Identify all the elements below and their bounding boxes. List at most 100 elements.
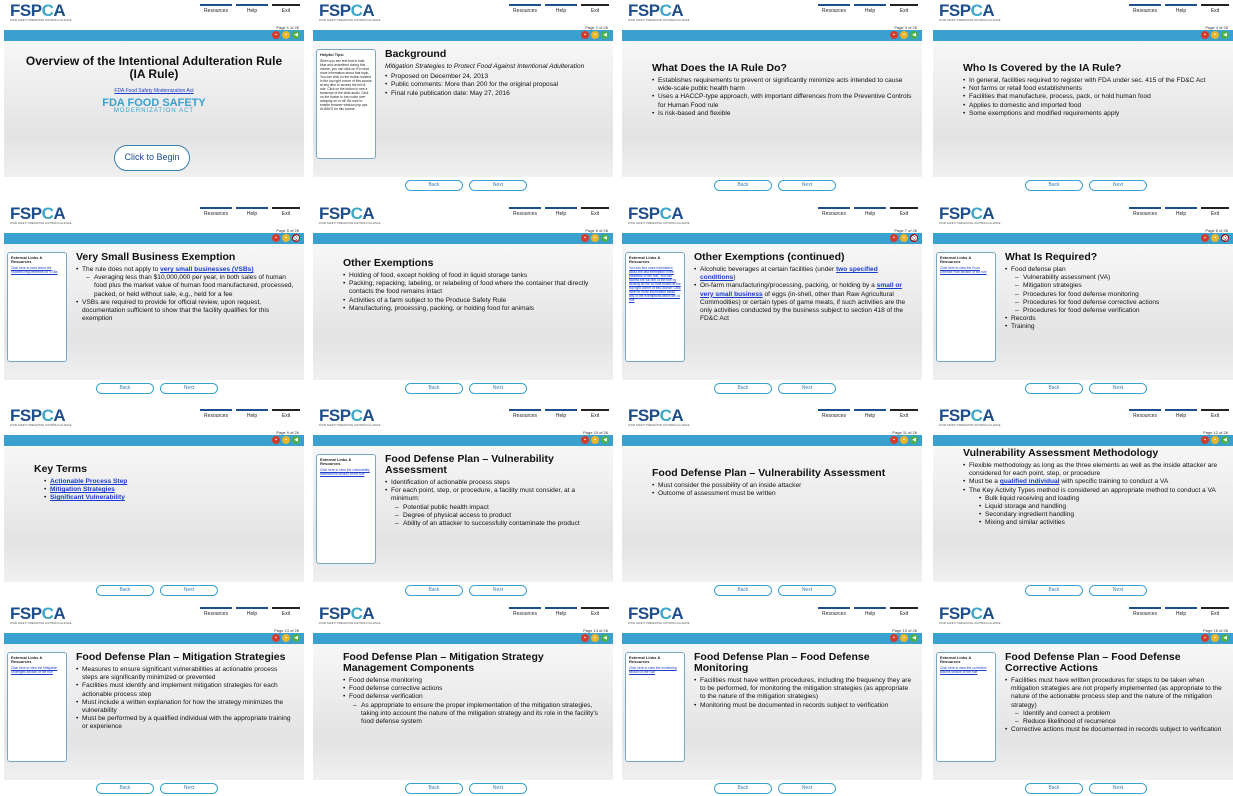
back-button[interactable]: Back: [96, 783, 154, 794]
exit-tab[interactable]: Exit: [581, 207, 609, 221]
side-panel-link[interactable]: You can find more information about the …: [629, 266, 681, 302]
audio-icon[interactable]: ◀: [292, 634, 300, 642]
next-button[interactable]: Next: [469, 585, 527, 596]
slide-thumbnail[interactable]: FSPCA FOOD SAFETY PREVENTIVE CONTROLS AL…: [622, 0, 922, 193]
side-panel-link[interactable]: Click here to view the Food Defense Plan…: [940, 266, 992, 274]
resources-tab[interactable]: Resources: [818, 4, 850, 18]
audio-icon[interactable]: ◀: [910, 31, 918, 39]
exit-tab[interactable]: Exit: [581, 409, 609, 423]
transcript-icon[interactable]: ▪: [900, 31, 908, 39]
resources-tab[interactable]: Resources: [818, 409, 850, 423]
pdf-icon[interactable]: ▪: [890, 31, 898, 39]
fsma-link[interactable]: FDA Food Safety Modernization Act: [24, 87, 284, 95]
slide-thumbnail[interactable]: FSPCA FOOD SAFETY PREVENTIVE CONTROLS AL…: [4, 0, 304, 193]
back-button[interactable]: Back: [405, 783, 463, 794]
exit-tab[interactable]: Exit: [272, 4, 300, 18]
back-button[interactable]: Back: [714, 783, 772, 794]
side-panel-link[interactable]: Click here to view the corrective action…: [940, 666, 992, 674]
help-tab[interactable]: Help: [236, 409, 268, 423]
back-button[interactable]: Back: [1025, 180, 1083, 191]
pdf-icon[interactable]: ▪: [1201, 31, 1209, 39]
back-button[interactable]: Back: [405, 585, 463, 596]
slide-thumbnail[interactable]: FSPCA FOOD SAFETY PREVENTIVE CONTROLS AL…: [4, 405, 304, 598]
slide-thumbnail[interactable]: FSPCA FOOD SAFETY PREVENTIVE CONTROLS AL…: [313, 203, 613, 396]
help-tab[interactable]: Help: [1165, 207, 1197, 221]
next-button[interactable]: Next: [469, 383, 527, 394]
slide-thumbnail[interactable]: FSPCA FOOD SAFETY PREVENTIVE CONTROLS AL…: [313, 603, 613, 796]
transcript-icon[interactable]: ▪: [591, 234, 599, 242]
no-audio-icon[interactable]: ⃠: [292, 234, 300, 242]
resources-tab[interactable]: Resources: [200, 409, 232, 423]
next-button[interactable]: Next: [778, 783, 836, 794]
back-button[interactable]: Back: [1025, 585, 1083, 596]
exit-tab[interactable]: Exit: [1201, 607, 1229, 621]
key-term[interactable]: Mitigation Strategies: [44, 486, 284, 494]
back-button[interactable]: Back: [1025, 383, 1083, 394]
help-tab[interactable]: Help: [854, 4, 886, 18]
slide-thumbnail[interactable]: FSPCA FOOD SAFETY PREVENTIVE CONTROLS AL…: [313, 0, 613, 193]
audio-icon[interactable]: ◀: [910, 634, 918, 642]
key-term[interactable]: Actionable Process Step: [44, 478, 284, 486]
back-button[interactable]: Back: [714, 383, 772, 394]
pdf-icon[interactable]: ▪: [272, 436, 280, 444]
pdf-icon[interactable]: ▪: [1201, 436, 1209, 444]
resources-tab[interactable]: Resources: [818, 207, 850, 221]
back-button[interactable]: Back: [405, 383, 463, 394]
resources-tab[interactable]: Resources: [1129, 607, 1161, 621]
next-button[interactable]: Next: [469, 180, 527, 191]
next-button[interactable]: Next: [160, 383, 218, 394]
key-term[interactable]: Significant Vulnerability: [44, 494, 284, 502]
slide-thumbnail[interactable]: FSPCA FOOD SAFETY PREVENTIVE CONTROLS AL…: [622, 203, 922, 396]
transcript-icon[interactable]: ▪: [900, 436, 908, 444]
pdf-icon[interactable]: ▪: [272, 634, 280, 642]
exit-tab[interactable]: Exit: [890, 207, 918, 221]
exit-tab[interactable]: Exit: [272, 207, 300, 221]
resources-tab[interactable]: Resources: [200, 607, 232, 621]
help-tab[interactable]: Help: [854, 409, 886, 423]
next-button[interactable]: Next: [1089, 383, 1147, 394]
exit-tab[interactable]: Exit: [890, 607, 918, 621]
audio-icon[interactable]: ◀: [1221, 436, 1229, 444]
pdf-icon[interactable]: ▪: [890, 436, 898, 444]
slide-thumbnail[interactable]: FSPCA FOOD SAFETY PREVENTIVE CONTROLS AL…: [933, 0, 1233, 193]
next-button[interactable]: Next: [778, 180, 836, 191]
exit-tab[interactable]: Exit: [272, 607, 300, 621]
resources-tab[interactable]: Resources: [509, 207, 541, 221]
exit-tab[interactable]: Exit: [272, 409, 300, 423]
side-panel-link[interactable]: Click here to view the vulnerability ass…: [320, 468, 372, 476]
next-button[interactable]: Next: [160, 585, 218, 596]
side-panel-link[interactable]: Click here to view the Mitigation Strate…: [11, 666, 63, 674]
back-button[interactable]: Back: [96, 585, 154, 596]
back-button[interactable]: Back: [405, 180, 463, 191]
slide-thumbnail[interactable]: FSPCA FOOD SAFETY PREVENTIVE CONTROLS AL…: [313, 405, 613, 598]
small-business-link[interactable]: small or very small business: [700, 282, 902, 297]
next-button[interactable]: Next: [778, 585, 836, 596]
slide-thumbnail[interactable]: FSPCA FOOD SAFETY PREVENTIVE CONTROLS AL…: [4, 203, 304, 396]
no-audio-icon[interactable]: ⃠: [910, 234, 918, 242]
resources-tab[interactable]: Resources: [200, 4, 232, 18]
resources-tab[interactable]: Resources: [509, 4, 541, 18]
pdf-icon[interactable]: ▪: [272, 234, 280, 242]
audio-icon[interactable]: ◀: [601, 634, 609, 642]
resources-tab[interactable]: Resources: [818, 607, 850, 621]
audio-icon[interactable]: ◀: [601, 31, 609, 39]
next-button[interactable]: Next: [1089, 585, 1147, 596]
exit-tab[interactable]: Exit: [1201, 207, 1229, 221]
pdf-icon[interactable]: ▪: [581, 436, 589, 444]
help-tab[interactable]: Help: [545, 4, 577, 18]
help-tab[interactable]: Help: [1165, 607, 1197, 621]
slide-thumbnail[interactable]: FSPCA FOOD SAFETY PREVENTIVE CONTROLS AL…: [933, 203, 1233, 396]
audio-icon[interactable]: ◀: [1221, 31, 1229, 39]
help-tab[interactable]: Help: [1165, 4, 1197, 18]
pdf-icon[interactable]: ▪: [1201, 634, 1209, 642]
resources-tab[interactable]: Resources: [509, 409, 541, 423]
pdf-icon[interactable]: ▪: [890, 234, 898, 242]
transcript-icon[interactable]: ▪: [282, 31, 290, 39]
help-tab[interactable]: Help: [236, 4, 268, 18]
next-button[interactable]: Next: [1089, 783, 1147, 794]
transcript-icon[interactable]: ▪: [1211, 436, 1219, 444]
transcript-icon[interactable]: ▪: [1211, 634, 1219, 642]
audio-icon[interactable]: ◀: [292, 31, 300, 39]
next-button[interactable]: Next: [160, 783, 218, 794]
help-tab[interactable]: Help: [854, 207, 886, 221]
